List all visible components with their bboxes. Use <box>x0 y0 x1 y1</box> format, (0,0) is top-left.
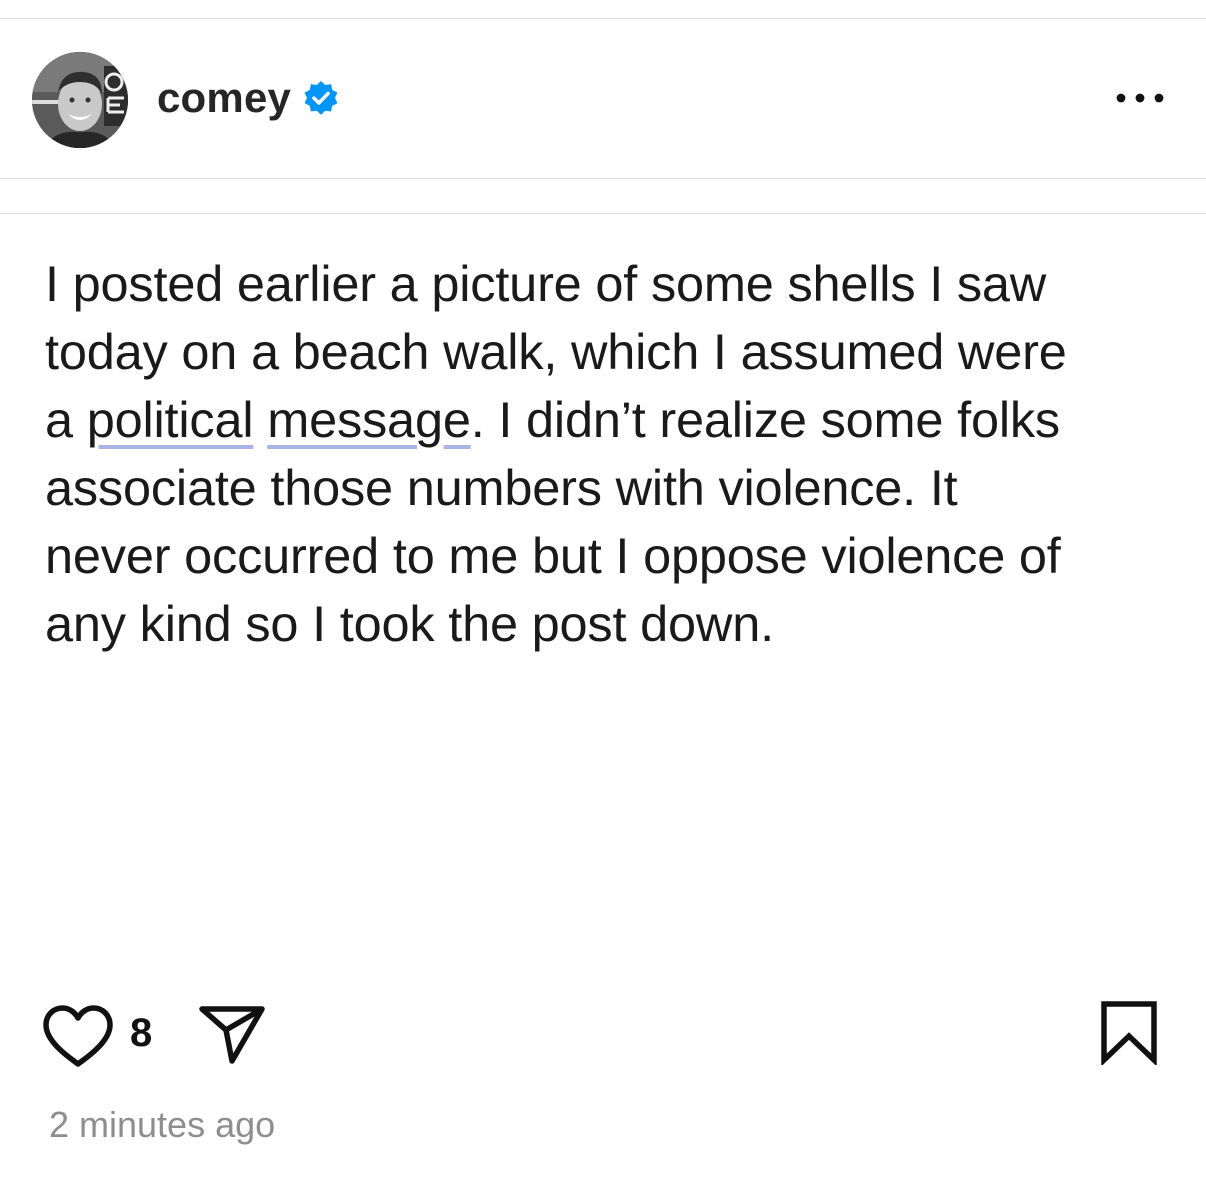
post-actions: 8 <box>0 995 1206 1075</box>
send-icon[interactable] <box>196 999 268 1065</box>
like-count[interactable]: 8 <box>130 1011 152 1055</box>
post-header: comey <box>0 19 1206 177</box>
caption-line: I posted earlier a picture of some shell… <box>45 255 1047 312</box>
spellcheck-word-message: message <box>267 391 471 448</box>
more-options-icon[interactable] <box>1112 79 1168 119</box>
caption-line: a political message. I didn’t realize so… <box>45 386 1165 454</box>
username[interactable]: comey <box>157 73 291 123</box>
verified-badge-icon <box>304 80 338 115</box>
avatar[interactable] <box>32 52 128 148</box>
caption-line: associate those numbers with violence. I… <box>45 459 958 516</box>
heart-icon[interactable] <box>40 1003 116 1071</box>
bookmark-icon[interactable] <box>1099 999 1159 1065</box>
post-caption: I posted earlier a picture of some shell… <box>45 250 1165 658</box>
post-timestamp: 2 minutes ago <box>49 1104 276 1145</box>
header-divider <box>0 178 1206 179</box>
caption-line: never occurred to me but I oppose violen… <box>45 527 1061 584</box>
content-divider <box>0 213 1206 214</box>
spellcheck-word-political: political <box>86 391 254 448</box>
caption-text: . I didn’t realize some folks <box>470 391 1060 448</box>
caption-line: any kind so I took the post down. <box>45 595 774 652</box>
profile-photo <box>32 52 128 148</box>
caption-word: a <box>45 391 73 448</box>
caption-line: today on a beach walk, which I assumed w… <box>45 323 1067 380</box>
